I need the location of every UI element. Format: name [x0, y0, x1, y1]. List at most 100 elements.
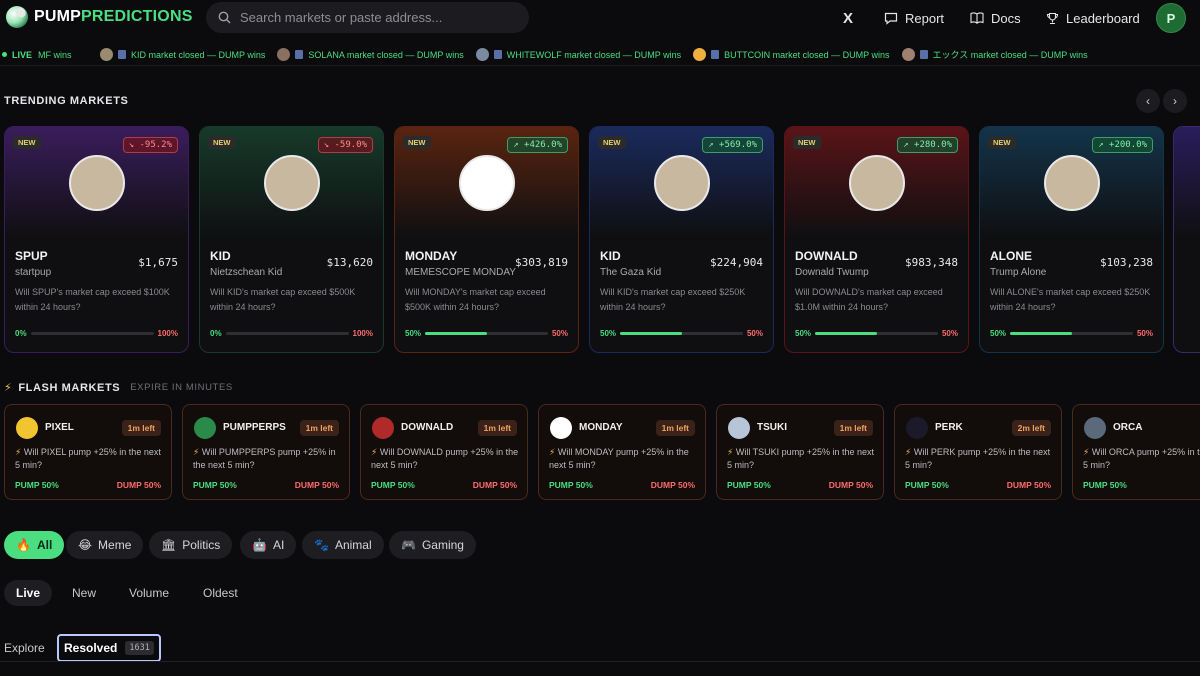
category-chip-animal[interactable]: 🐾 Animal — [302, 531, 384, 559]
flash-symbol: ORCA — [1113, 422, 1143, 433]
sort-oldest[interactable]: Oldest — [203, 580, 238, 606]
document-icon — [295, 50, 304, 59]
flash-question: ⚡ Will TSUKI pump +25% in the next 5 min… — [727, 447, 874, 470]
market-cap: $303,819 — [515, 256, 568, 269]
flash-symbol: PIXEL — [45, 422, 74, 433]
category-chip-ai[interactable]: 🤖 AI — [240, 531, 297, 559]
search-bar[interactable] — [206, 2, 529, 33]
dump-odds: DUMP 50% — [294, 480, 339, 490]
category-chip-politics[interactable]: 🏛 Politics — [149, 531, 233, 559]
market-card[interactable]: NEW ↗ +200.0% ALONE Trump Alone $103,238… — [979, 126, 1164, 353]
flash-market-card[interactable]: DOWNALD 1m left ⚡ Will DOWNALD pump +25%… — [360, 404, 528, 500]
dump-odds: DUMP 50% — [472, 480, 517, 490]
market-question: Will KID's market cap exceed $250K withi… — [600, 287, 746, 312]
pump-odds: PUMP 50% — [1083, 480, 1127, 490]
ticker-item[interactable]: エックス market closed — DUMP wins — [901, 48, 1088, 61]
x-link[interactable]: X — [843, 0, 853, 36]
category-chip-meme[interactable]: 😂 Meme — [66, 531, 144, 559]
dump-odds: DUMP 50% — [116, 480, 161, 490]
flash-market-card[interactable]: MONDAY 1m left ⚡ Will MONDAY pump +25% i… — [538, 404, 706, 500]
market-card[interactable]: NEW ↘ -95.2% SPUP startpup $1,675 Will S… — [4, 126, 189, 353]
flash-market-card[interactable]: PUMPPERPS 1m left ⚡ Will PUMPPERPS pump … — [182, 404, 350, 500]
token-icon — [194, 417, 216, 439]
next-arrow-button[interactable]: › — [1163, 89, 1187, 113]
flash-title: ⚡ FLASH MARKETS EXPIRE IN MINUTES — [4, 381, 233, 395]
document-icon — [919, 50, 928, 59]
time-left-badge: 1m left — [655, 420, 695, 436]
market-card[interactable]: NEW ↗ +426.0% MONDAY MEMESCOPE MONDAY $3… — [394, 126, 579, 353]
market-card-partial[interactable] — [1173, 126, 1200, 353]
pump-odds: PUMP 50% — [371, 480, 415, 490]
new-badge: NEW — [598, 136, 626, 149]
avatar[interactable]: P — [1156, 3, 1186, 33]
token-icon — [1084, 417, 1106, 439]
time-left-badge: 1m left — [833, 420, 873, 436]
docs-link[interactable]: Docs — [970, 0, 1021, 36]
market-card[interactable]: NEW ↗ +569.0% KID The Gaza Kid $224,904 … — [589, 126, 774, 353]
book-icon — [970, 12, 984, 24]
report-link[interactable]: Report — [884, 0, 944, 36]
ticker-item[interactable]: SOLANA market closed — DUMP wins — [277, 48, 464, 61]
bolt-icon: ⚡ — [193, 447, 200, 457]
dump-percent: 100% — [157, 329, 178, 338]
token-icon — [901, 48, 915, 61]
token-icon — [550, 417, 572, 439]
prev-arrow-button[interactable]: ‹ — [1136, 89, 1160, 113]
time-left-badge: 2m left — [1011, 420, 1051, 436]
pump-odds: PUMP 50% — [15, 480, 59, 490]
pump-percent: 0% — [210, 329, 222, 338]
pump-percent: 50% — [600, 329, 617, 338]
flash-market-card[interactable]: PIXEL 1m left ⚡ Will PIXEL pump +25% in … — [4, 404, 172, 500]
flash-question: ⚡ Will PERK pump +25% in the next 5 min? — [905, 447, 1051, 470]
flash-market-card[interactable]: ORCA ⚡ Will ORCA pump +25% in the next 5… — [1072, 404, 1200, 500]
odds-track — [620, 332, 743, 335]
category-chip-all[interactable]: 🔥 All — [4, 531, 65, 559]
token-image — [459, 155, 515, 211]
change-badge: ↗ +200.0% — [1092, 137, 1153, 153]
market-question: Will DOWNALD's market cap exceed $1.0M w… — [795, 287, 943, 312]
change-badge: ↗ +569.0% — [702, 137, 763, 153]
category-icon: 🎮 — [401, 538, 416, 552]
logo-text: PUMPPREDICTIONS — [34, 8, 193, 25]
logo[interactable]: PUMPPREDICTIONS — [6, 6, 193, 28]
odds-bar: 0% 100% — [210, 329, 373, 338]
sort-live[interactable]: Live — [4, 580, 53, 606]
document-icon — [118, 50, 127, 59]
logo-icon — [6, 6, 28, 28]
dump-odds: DUMP 50% — [1006, 480, 1051, 490]
market-card[interactable]: NEW ↗ +280.0% DOWNALD Downald Twump $983… — [784, 126, 969, 353]
ticker-item[interactable]: BUTTCOIN market closed — DUMP wins — [693, 48, 890, 61]
token-image — [1044, 155, 1100, 211]
token-icon — [475, 48, 489, 61]
odds-fill — [815, 332, 877, 335]
time-left-badge: 1m left — [477, 420, 517, 436]
category-icon: 🏛 — [161, 538, 177, 552]
ticker-item[interactable]: KID market closed — DUMP wins — [100, 48, 265, 61]
flash-market-card[interactable]: PERK 2m left ⚡ Will PERK pump +25% in th… — [894, 404, 1062, 500]
ticker-item[interactable]: WHITEWOLF market closed — DUMP wins — [475, 48, 681, 61]
odds-fill — [425, 332, 487, 335]
category-chip-gaming[interactable]: 🎮 Gaming — [389, 531, 476, 559]
sort-volume[interactable]: Volume — [129, 580, 169, 606]
flash-symbol: PERK — [935, 422, 963, 433]
market-question: Will SPUP's market cap exceed $100K with… — [15, 287, 170, 312]
pump-odds: PUMP 50% — [905, 480, 949, 490]
token-image — [69, 155, 125, 211]
resolved-count-badge: 1631 — [125, 641, 154, 655]
tab-resolved[interactable]: Resolved 1631 — [57, 634, 161, 662]
new-badge: NEW — [793, 136, 821, 149]
sort-new[interactable]: New — [72, 580, 96, 606]
flash-question: ⚡ Will ORCA pump +25% in the next 5 min? — [1083, 447, 1200, 470]
flash-symbol: TSUKI — [757, 422, 787, 433]
dump-percent: 50% — [941, 329, 958, 338]
market-card[interactable]: NEW ↘ -59.0% KID Nietzschean Kid $13,620… — [199, 126, 384, 353]
time-left-badge: 1m left — [121, 420, 161, 436]
leaderboard-link[interactable]: Leaderboard — [1046, 0, 1140, 36]
trending-title: TRENDING MARKETS — [4, 95, 129, 107]
docs-label: Docs — [991, 10, 1021, 26]
flash-question: ⚡ Will MONDAY pump +25% in the next 5 mi… — [549, 447, 689, 470]
odds-bar: 50% 50% — [795, 329, 958, 338]
tab-explore[interactable]: Explore — [4, 634, 45, 662]
search-input[interactable] — [240, 10, 510, 25]
flash-market-card[interactable]: TSUKI 1m left ⚡ Will TSUKI pump +25% in … — [716, 404, 884, 500]
